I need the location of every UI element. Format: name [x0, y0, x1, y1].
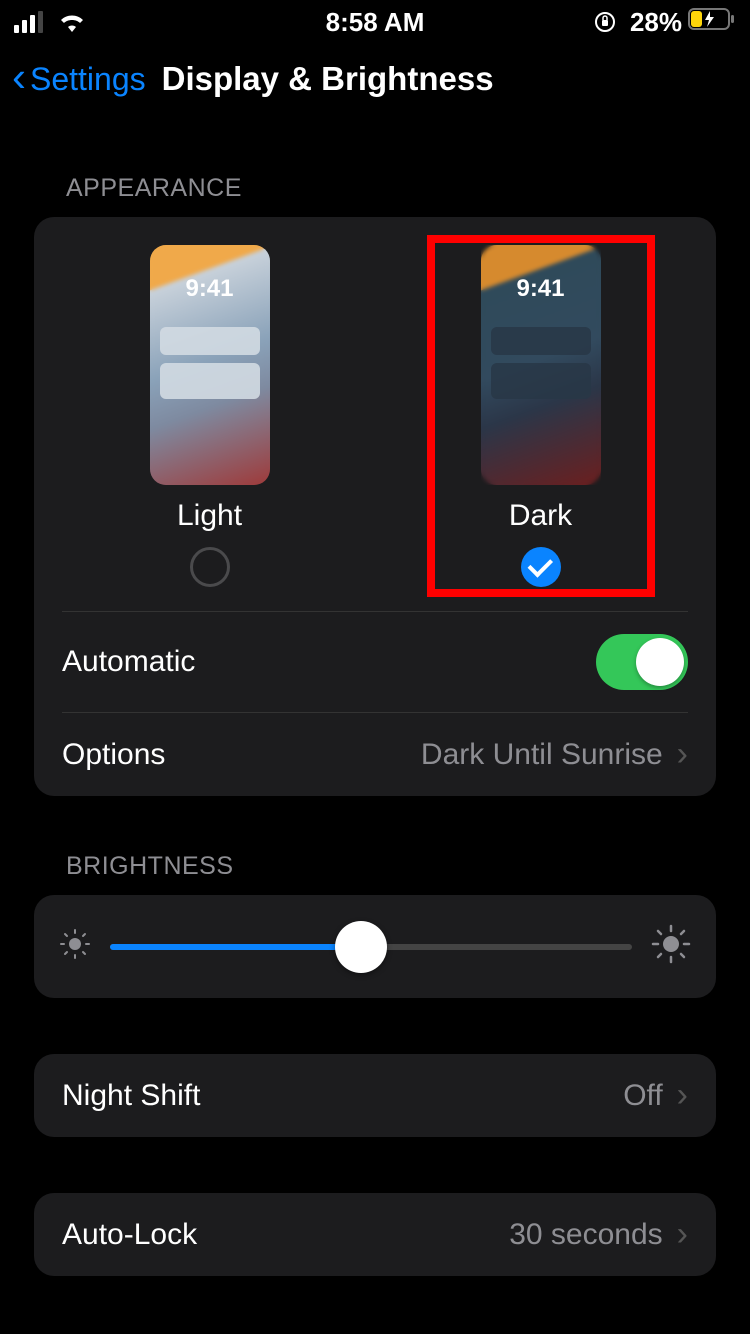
brightness-card: [34, 895, 716, 998]
appearance-section-header: APPEARANCE: [34, 174, 716, 203]
automatic-label: Automatic: [62, 645, 195, 679]
sun-large-icon: [650, 923, 692, 970]
wifi-icon: [57, 11, 87, 33]
options-label: Options: [62, 738, 165, 772]
night-shift-label: Night Shift: [62, 1079, 200, 1113]
status-bar: 8:58 AM 28%: [0, 0, 750, 44]
night-shift-row[interactable]: Night Shift Off ›: [34, 1054, 716, 1137]
automatic-toggle[interactable]: [596, 634, 688, 690]
chevron-right-icon: ›: [677, 1215, 688, 1254]
light-label: Light: [177, 499, 242, 533]
back-button[interactable]: ‹ Settings: [12, 60, 146, 98]
options-value: Dark Until Sunrise: [421, 738, 663, 772]
dark-label: Dark: [509, 499, 572, 533]
nav-bar: ‹ Settings Display & Brightness: [0, 44, 750, 114]
dark-preview-thumbnail: 9:41: [481, 245, 601, 485]
auto-lock-row[interactable]: Auto-Lock 30 seconds ›: [34, 1193, 716, 1276]
chevron-right-icon: ›: [677, 1076, 688, 1115]
light-radio[interactable]: [190, 547, 230, 587]
orientation-lock-icon: [594, 11, 616, 33]
auto-lock-label: Auto-Lock: [62, 1218, 197, 1252]
light-preview-thumbnail: 9:41: [150, 245, 270, 485]
appearance-card: 9:41 Light 9:41 Dark Automatic: [34, 217, 716, 796]
automatic-row: Automatic: [34, 612, 716, 712]
brightness-section-header: BRIGHTNESS: [34, 852, 716, 881]
sun-small-icon: [58, 927, 92, 966]
battery-percent: 28%: [630, 7, 682, 38]
night-shift-value: Off: [623, 1079, 662, 1113]
auto-lock-value: 30 seconds: [509, 1218, 662, 1252]
options-row[interactable]: Options Dark Until Sunrise ›: [34, 713, 716, 796]
cellular-signal-icon: [14, 11, 43, 33]
page-title: Display & Brightness: [162, 60, 494, 98]
back-label: Settings: [30, 61, 146, 98]
appearance-option-dark[interactable]: 9:41 Dark: [441, 245, 641, 587]
brightness-slider-thumb[interactable]: [335, 921, 387, 973]
chevron-right-icon: ›: [677, 735, 688, 774]
brightness-slider[interactable]: [110, 944, 632, 950]
dark-radio[interactable]: [521, 547, 561, 587]
chevron-left-icon: ‹: [12, 56, 26, 98]
battery-icon: [688, 7, 736, 38]
appearance-option-light[interactable]: 9:41 Light: [110, 245, 310, 587]
